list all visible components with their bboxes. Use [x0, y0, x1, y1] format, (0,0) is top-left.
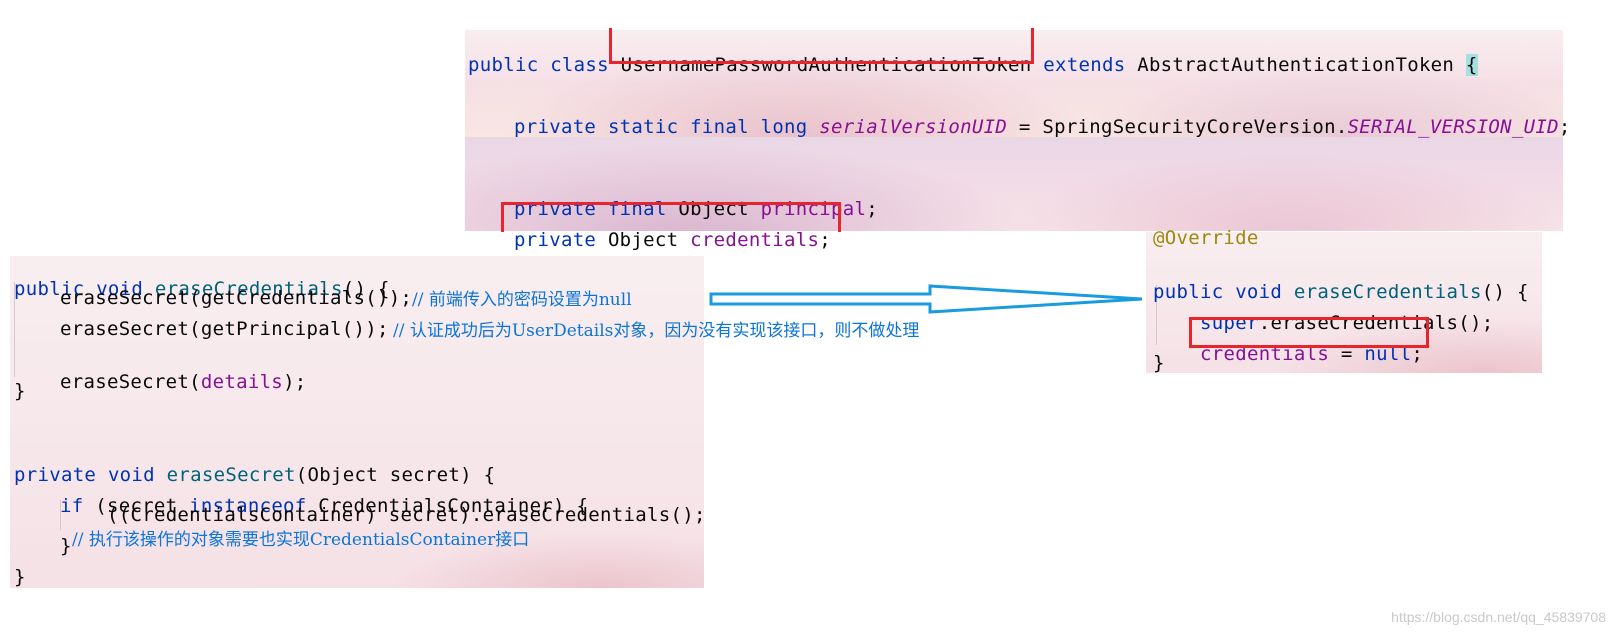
closing-brace: }: [14, 380, 26, 402]
arrow-right-icon: [709, 284, 1143, 314]
erase-secret-credentials-call: eraseSecret(getCredentials());: [60, 287, 412, 309]
keyword: private: [514, 116, 597, 138]
erase-secret-principal-call: eraseSecret(getPrincipal());: [60, 318, 389, 340]
credentials-null-highlight-box: [1189, 317, 1429, 348]
code-text: );: [283, 371, 307, 393]
semicolon: ;: [1558, 116, 1571, 138]
comment-credentials-container: // 执行该操作的对象需要也实现CredentialsContainer接口: [72, 530, 530, 550]
code-text: eraseSecret(: [60, 371, 201, 393]
code-text: eraseSecret(getCredentials());: [60, 287, 413, 309]
field-name: details: [200, 371, 284, 393]
semicolon: ;: [866, 198, 878, 220]
opening-brace: {: [1465, 54, 1478, 76]
keyword: long: [760, 116, 808, 138]
keyword: extends: [1043, 54, 1126, 76]
code-text: = SpringSecurityCoreVersion.: [1007, 116, 1348, 138]
keyword: if: [60, 495, 84, 517]
field-name: serialVersionUID: [819, 116, 1008, 138]
parent-class-name: AbstractAuthenticationToken: [1137, 54, 1455, 76]
constant-name: SERIAL_VERSION_UID: [1347, 116, 1559, 138]
closing-brace: }: [1153, 352, 1165, 374]
keyword: final: [690, 116, 749, 138]
class-name-highlight-box: [609, 28, 1034, 64]
override-annotation: @Override: [1153, 227, 1259, 249]
keyword: class: [550, 54, 609, 76]
field-name: credentials: [690, 229, 820, 251]
type-name: Object: [607, 229, 679, 251]
code-text: ((CredentialsContainer) secret).eraseCre…: [107, 504, 706, 526]
comment-principal: // 认证成功后为UserDetails对象，因为没有实现该接口，则不做处理: [393, 321, 920, 341]
closing-brace: }: [60, 535, 72, 557]
serial-version-line: private static final long serialVersionU…: [514, 94, 1571, 138]
cast-erase-call: ((CredentialsContainer) secret).eraseCre…: [107, 504, 706, 526]
comment-credentials: // 前端传入的密码设置为null: [412, 290, 632, 310]
closing-brace: }: [14, 566, 26, 588]
keyword: private: [514, 229, 597, 251]
keyword: static: [607, 116, 679, 138]
credentials-field-highlight-box: [501, 202, 841, 232]
semicolon: ;: [819, 229, 832, 251]
code-text: eraseSecret(getPrincipal());: [60, 318, 389, 340]
erase-secret-details-call: eraseSecret(details);: [60, 349, 307, 393]
watermark: https://blog.csdn.net/qq_45839708: [1391, 609, 1606, 625]
keyword: public: [468, 54, 539, 76]
